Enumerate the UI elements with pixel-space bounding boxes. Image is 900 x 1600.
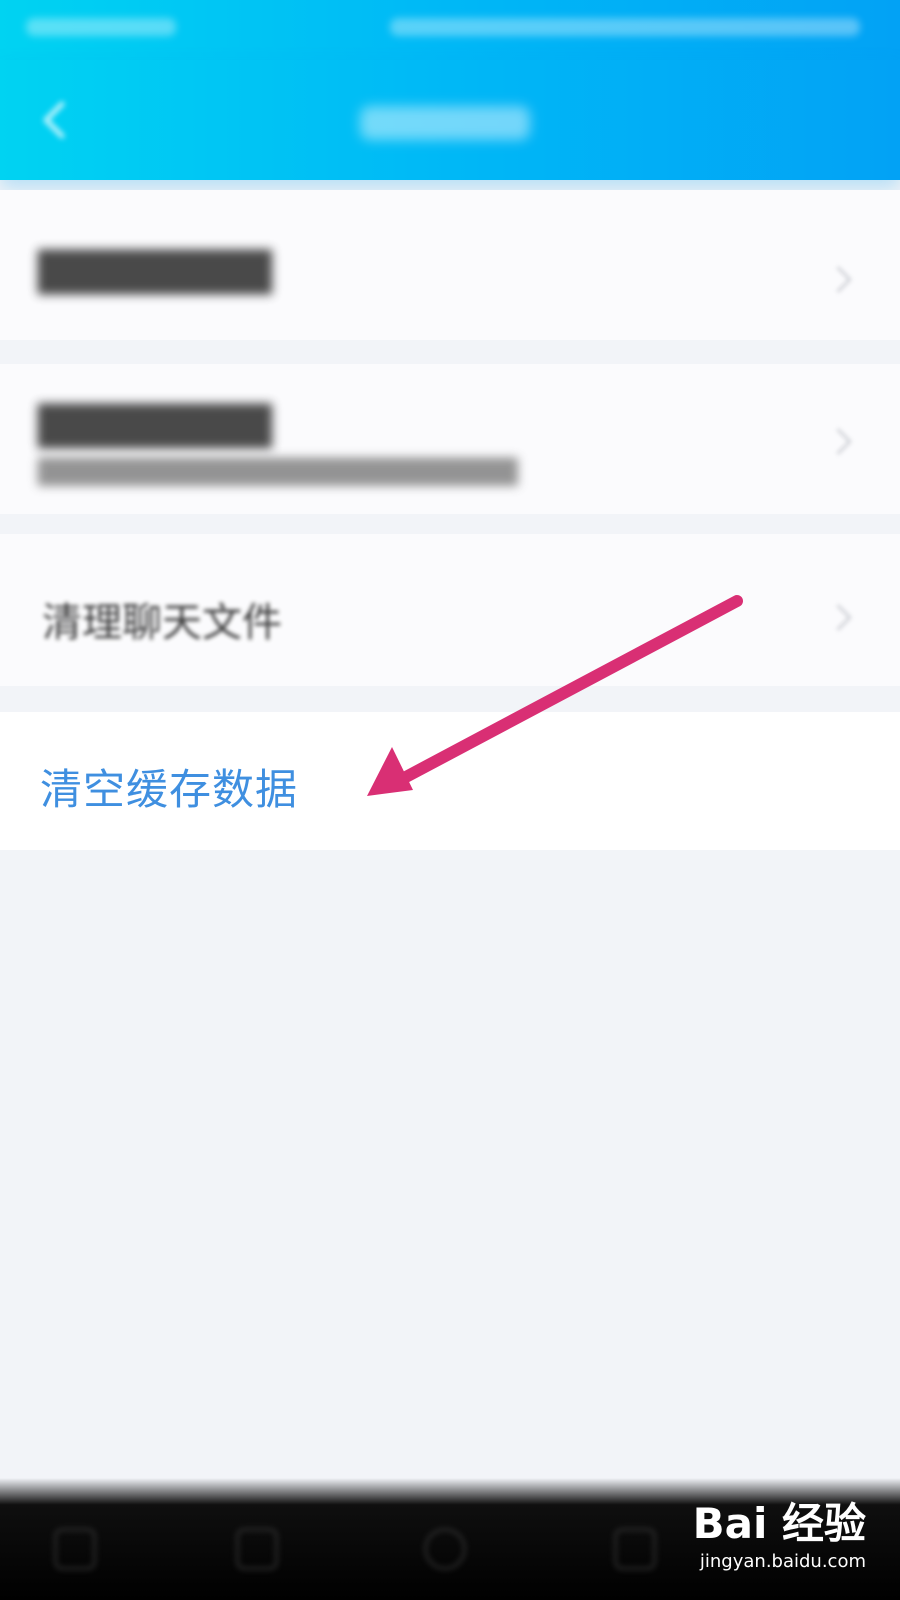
settings-row-2[interactable]: ████████ ██████████████████████████ <box>0 364 900 514</box>
settings-row-2-subtitle-blurred: ██████████████████████████ <box>38 458 518 486</box>
system-nav-bar: Bai 经验 jingyan.baidu.com <box>0 1478 900 1600</box>
home-icon[interactable] <box>424 1528 466 1570</box>
settings-row-chat-files[interactable]: 清理聊天文件 <box>0 534 900 686</box>
settings-row-1-title-blurred: ████████ <box>38 250 272 294</box>
page-title <box>360 106 530 140</box>
app-header <box>0 60 900 180</box>
menu-icon[interactable] <box>54 1528 96 1570</box>
chevron-right-icon <box>825 428 852 455</box>
recent-apps-icon[interactable] <box>614 1528 656 1570</box>
chevron-right-icon <box>825 266 852 293</box>
status-icons-blur <box>390 18 860 36</box>
watermark: Bai 经验 jingyan.baidu.com <box>656 1490 866 1572</box>
settings-row-2-title-blurred: ████████ <box>38 404 272 448</box>
clear-cache-button[interactable]: 清空缓存数据 <box>0 712 900 850</box>
chat-files-label: 清理聊天文件 <box>42 600 282 646</box>
watermark-logo: Bai 经验 <box>692 1499 866 1548</box>
clear-cache-label: 清空缓存数据 <box>40 765 299 814</box>
status-bar <box>0 0 900 60</box>
status-carrier-blur <box>26 18 176 36</box>
back-icon[interactable] <box>36 98 76 142</box>
chevron-right-icon <box>825 604 852 631</box>
back-nav-icon[interactable] <box>236 1528 278 1570</box>
settings-row-1[interactable]: ████████ <box>0 190 900 340</box>
watermark-url: jingyan.baidu.com <box>699 1551 866 1572</box>
